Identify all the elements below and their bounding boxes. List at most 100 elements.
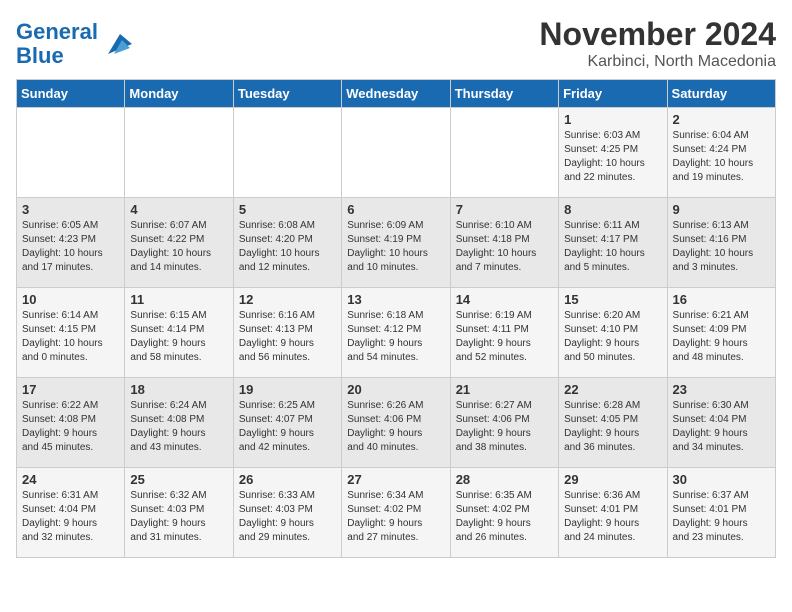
calendar-cell: 4Sunrise: 6:07 AM Sunset: 4:22 PM Daylig…	[125, 198, 233, 288]
calendar-cell: 15 Sunrise: 6:20 AM Sunset: 4:10 PM Dayli…	[559, 288, 667, 378]
subtitle: Karbinci, North Macedonia	[539, 53, 776, 71]
calendar-cell: 26 Sunrise: 6:33 AM Sunset: 4:03 PM Dayli…	[233, 468, 341, 558]
day-content: Sunrise: 6:34 AM Sunset: 4:02 PM Dayligh…	[347, 489, 444, 545]
logo-icon	[100, 30, 132, 58]
day-content: Sunrise: 6:22 AM Sunset: 4:08 PM Dayligh…	[22, 399, 119, 455]
calendar-cell: 22 Sunrise: 6:28 AM Sunset: 4:05 PM Dayli…	[559, 378, 667, 468]
day-number: 26	[239, 472, 336, 487]
day-content: Sunrise: 6:15 AM Sunset: 4:14 PM Dayligh…	[130, 309, 227, 365]
calendar-cell: 10 Sunrise: 6:14 AM Sunset: 4:15 PM Dayli…	[17, 288, 125, 378]
day-number: 5	[239, 202, 336, 217]
header-friday: Friday	[559, 80, 667, 108]
day-number: 17	[22, 382, 119, 397]
calendar-cell: 28 Sunrise: 6:35 AM Sunset: 4:02 PM Dayli…	[450, 468, 558, 558]
day-number: 9	[673, 202, 770, 217]
day-content: Sunrise: 6:30 AM Sunset: 4:04 PM Dayligh…	[673, 399, 770, 455]
calendar-cell: 8Sunrise: 6:11 AM Sunset: 4:17 PM Daylig…	[559, 198, 667, 288]
day-number: 21	[456, 382, 553, 397]
day-number: 20	[347, 382, 444, 397]
calendar-cell	[342, 108, 450, 198]
calendar-cell: 24 Sunrise: 6:31 AM Sunset: 4:04 PM Dayli…	[17, 468, 125, 558]
calendar-cell: 7Sunrise: 6:10 AM Sunset: 4:18 PM Daylig…	[450, 198, 558, 288]
day-number: 16	[673, 292, 770, 307]
calendar-cell: 5Sunrise: 6:08 AM Sunset: 4:20 PM Daylig…	[233, 198, 341, 288]
calendar-cell: 14 Sunrise: 6:19 AM Sunset: 4:11 PM Dayli…	[450, 288, 558, 378]
calendar-cell: 27 Sunrise: 6:34 AM Sunset: 4:02 PM Dayli…	[342, 468, 450, 558]
day-content: Sunrise: 6:04 AM Sunset: 4:24 PM Dayligh…	[673, 129, 770, 185]
day-number: 29	[564, 472, 661, 487]
day-content: Sunrise: 6:37 AM Sunset: 4:01 PM Dayligh…	[673, 489, 770, 545]
day-number: 2	[673, 112, 770, 127]
calendar-cell	[17, 108, 125, 198]
calendar-cell: 25Sunrise: 6:32 AM Sunset: 4:03 PM Dayli…	[125, 468, 233, 558]
day-number: 10	[22, 292, 119, 307]
day-number: 12	[239, 292, 336, 307]
day-content: Sunrise: 6:33 AM Sunset: 4:03 PM Dayligh…	[239, 489, 336, 545]
calendar-cell: 6 Sunrise: 6:09 AM Sunset: 4:19 PM Daylig…	[342, 198, 450, 288]
day-content: Sunrise: 6:20 AM Sunset: 4:10 PM Dayligh…	[564, 309, 661, 365]
title-area: November 2024 Karbinci, North Macedonia	[539, 16, 776, 71]
day-content: Sunrise: 6:14 AM Sunset: 4:15 PM Dayligh…	[22, 309, 119, 365]
day-content: Sunrise: 6:03 AM Sunset: 4:25 PM Dayligh…	[564, 129, 661, 185]
day-content: Sunrise: 6:16 AM Sunset: 4:13 PM Dayligh…	[239, 309, 336, 365]
calendar-cell: 18Sunrise: 6:24 AM Sunset: 4:08 PM Dayli…	[125, 378, 233, 468]
day-number: 7	[456, 202, 553, 217]
day-number: 8	[564, 202, 661, 217]
day-number: 30	[673, 472, 770, 487]
header: GeneralBlue November 2024 Karbinci, Nort…	[16, 16, 776, 71]
header-tuesday: Tuesday	[233, 80, 341, 108]
calendar-cell: 2 Sunrise: 6:04 AM Sunset: 4:24 PM Daylig…	[667, 108, 775, 198]
header-thursday: Thursday	[450, 80, 558, 108]
calendar-cell: 9Sunrise: 6:13 AM Sunset: 4:16 PM Daylig…	[667, 198, 775, 288]
calendar-cell: 21 Sunrise: 6:27 AM Sunset: 4:06 PM Dayli…	[450, 378, 558, 468]
day-number: 6	[347, 202, 444, 217]
calendar-week-3: 10 Sunrise: 6:14 AM Sunset: 4:15 PM Dayli…	[17, 288, 776, 378]
calendar-week-4: 17 Sunrise: 6:22 AM Sunset: 4:08 PM Dayli…	[17, 378, 776, 468]
day-content: Sunrise: 6:26 AM Sunset: 4:06 PM Dayligh…	[347, 399, 444, 455]
calendar-table: SundayMondayTuesdayWednesdayThursdayFrid…	[16, 79, 776, 558]
day-content: Sunrise: 6:21 AM Sunset: 4:09 PM Dayligh…	[673, 309, 770, 365]
day-number: 13	[347, 292, 444, 307]
day-content: Sunrise: 6:18 AM Sunset: 4:12 PM Dayligh…	[347, 309, 444, 365]
day-number: 14	[456, 292, 553, 307]
day-number: 15	[564, 292, 661, 307]
day-number: 22	[564, 382, 661, 397]
main-title: November 2024	[539, 16, 776, 53]
calendar-cell	[450, 108, 558, 198]
day-number: 11	[130, 292, 227, 307]
day-number: 23	[673, 382, 770, 397]
calendar-cell: 17 Sunrise: 6:22 AM Sunset: 4:08 PM Dayli…	[17, 378, 125, 468]
calendar-cell: 3Sunrise: 6:05 AM Sunset: 4:23 PM Daylig…	[17, 198, 125, 288]
calendar-cell: 29 Sunrise: 6:36 AM Sunset: 4:01 PM Dayli…	[559, 468, 667, 558]
header-saturday: Saturday	[667, 80, 775, 108]
day-content: Sunrise: 6:19 AM Sunset: 4:11 PM Dayligh…	[456, 309, 553, 365]
day-content: Sunrise: 6:27 AM Sunset: 4:06 PM Dayligh…	[456, 399, 553, 455]
day-content: Sunrise: 6:24 AM Sunset: 4:08 PM Dayligh…	[130, 399, 227, 455]
calendar-cell: 11 Sunrise: 6:15 AM Sunset: 4:14 PM Dayli…	[125, 288, 233, 378]
day-content: Sunrise: 6:07 AM Sunset: 4:22 PM Dayligh…	[130, 219, 227, 275]
day-number: 1	[564, 112, 661, 127]
day-number: 3	[22, 202, 119, 217]
day-content: Sunrise: 6:36 AM Sunset: 4:01 PM Dayligh…	[564, 489, 661, 545]
day-number: 24	[22, 472, 119, 487]
day-content: Sunrise: 6:09 AM Sunset: 4:19 PM Dayligh…	[347, 219, 444, 275]
day-content: Sunrise: 6:31 AM Sunset: 4:04 PM Dayligh…	[22, 489, 119, 545]
calendar-cell: 20 Sunrise: 6:26 AM Sunset: 4:06 PM Dayli…	[342, 378, 450, 468]
header-wednesday: Wednesday	[342, 80, 450, 108]
day-content: Sunrise: 6:28 AM Sunset: 4:05 PM Dayligh…	[564, 399, 661, 455]
calendar-cell: 12 Sunrise: 6:16 AM Sunset: 4:13 PM Dayli…	[233, 288, 341, 378]
calendar-week-5: 24 Sunrise: 6:31 AM Sunset: 4:04 PM Dayli…	[17, 468, 776, 558]
day-content: Sunrise: 6:32 AM Sunset: 4:03 PM Dayligh…	[130, 489, 227, 545]
calendar-cell: 16 Sunrise: 6:21 AM Sunset: 4:09 PM Dayli…	[667, 288, 775, 378]
calendar-header-row: SundayMondayTuesdayWednesdayThursdayFrid…	[17, 80, 776, 108]
calendar-week-2: 3Sunrise: 6:05 AM Sunset: 4:23 PM Daylig…	[17, 198, 776, 288]
day-number: 19	[239, 382, 336, 397]
day-content: Sunrise: 6:35 AM Sunset: 4:02 PM Dayligh…	[456, 489, 553, 545]
calendar-cell: 23 Sunrise: 6:30 AM Sunset: 4:04 PM Dayli…	[667, 378, 775, 468]
day-number: 27	[347, 472, 444, 487]
day-number: 28	[456, 472, 553, 487]
calendar-cell	[125, 108, 233, 198]
logo: GeneralBlue	[16, 20, 132, 68]
logo-text: GeneralBlue	[16, 20, 98, 68]
day-content: Sunrise: 6:25 AM Sunset: 4:07 PM Dayligh…	[239, 399, 336, 455]
